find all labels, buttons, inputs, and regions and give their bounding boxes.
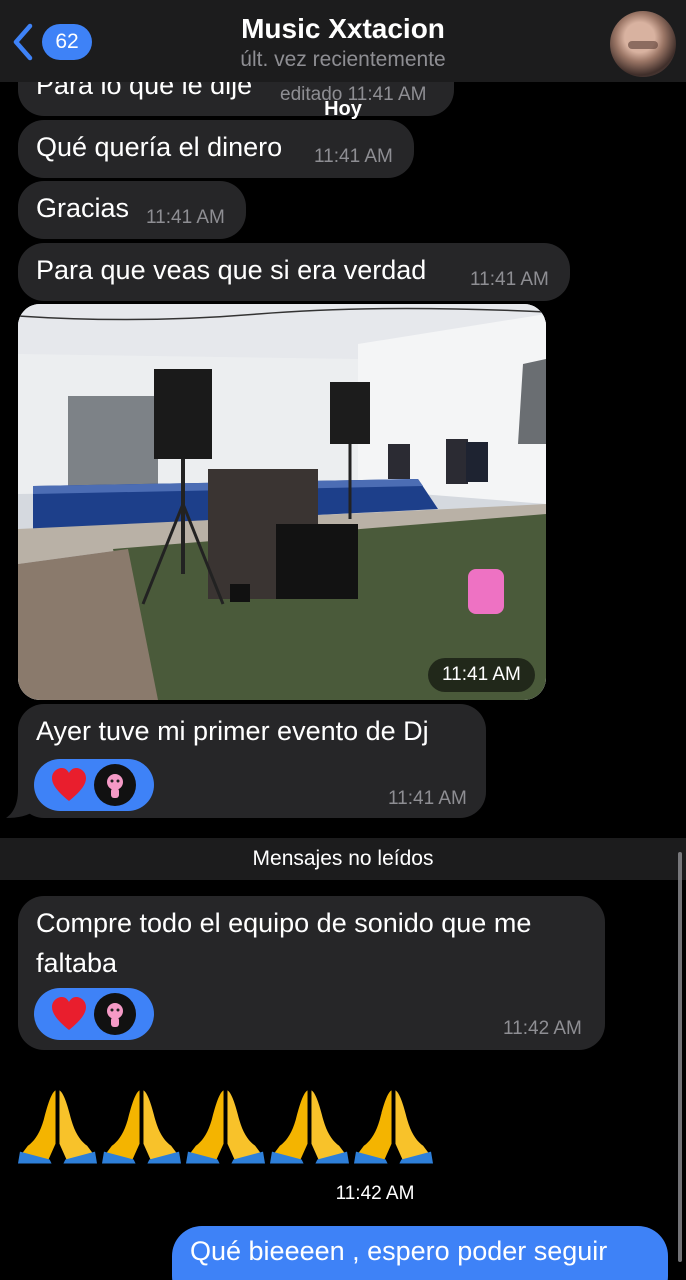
message-text: Ayer tuve mi primer evento de Dj <box>36 716 429 746</box>
last-seen-status: últ. vez recientemente <box>240 48 446 71</box>
chat-title-area[interactable]: Music Xxtacion últ. vez recientemente <box>120 12 566 73</box>
contact-name: Music Xxtacion <box>241 13 445 44</box>
chevron-left-icon <box>13 23 33 61</box>
folded-hands-emoji <box>270 1090 349 1164</box>
scrollbar[interactable] <box>678 852 682 1262</box>
message-bubble[interactable]: Qué quería el dinero 11:41 AM <box>18 120 414 178</box>
message-text-line2: faltaba <box>36 948 118 978</box>
message-text-line1: Compre todo el equipo de sonido que me <box>36 908 532 938</box>
message-text: Gracias <box>36 193 130 223</box>
event-photo <box>18 304 546 700</box>
photo-timestamp: 11:41 AM <box>428 658 535 692</box>
folded-hands-emoji <box>102 1090 181 1164</box>
message-bubble[interactable]: Para que veas que si era verdad 11:41 AM <box>18 243 570 301</box>
heart-icon <box>52 768 86 801</box>
unread-divider: Mensajes no leídos <box>0 838 686 880</box>
pink-panther-avatar <box>94 993 136 1035</box>
date-label: Hoy <box>324 98 362 120</box>
contact-avatar[interactable] <box>610 11 676 77</box>
pink-panther-avatar <box>94 764 136 806</box>
emoji-message-time: 11:42 AM <box>335 1183 415 1204</box>
message-meta: 11:41 AM <box>388 788 467 809</box>
message-meta: 11:41 AM <box>314 146 393 167</box>
photo-message[interactable]: 11:41 AM <box>18 304 546 700</box>
message-bubble[interactable]: Gracias 11:41 AM <box>18 181 246 239</box>
message-meta: 11:42 AM <box>503 1018 582 1039</box>
outgoing-message-bubble[interactable]: Qué bieeeen , espero poder seguir <box>172 1226 668 1280</box>
message-text: Qué quería el dinero <box>36 132 283 162</box>
heart-icon <box>52 997 86 1030</box>
folded-hands-emoji <box>18 1090 97 1164</box>
chat-header: 62 Music Xxtacion últ. vez recientemente <box>0 0 686 82</box>
message-text: Para que veas que si era verdad <box>36 255 427 285</box>
message-meta: 11:41 AM <box>146 207 225 228</box>
message-meta: 11:41 AM <box>470 269 549 290</box>
reactions-pill[interactable] <box>34 759 154 811</box>
folded-hands-emoji <box>354 1090 433 1164</box>
outgoing-message-text: Qué bieeeen , espero poder seguir <box>190 1236 608 1266</box>
unread-count-badge: 62 <box>42 24 92 60</box>
emoji-message[interactable]: 🙏🙏🙏🙏🙏 <box>18 1084 433 1164</box>
folded-hands-emoji <box>186 1090 265 1164</box>
reactions-pill[interactable] <box>34 988 154 1040</box>
back-button[interactable]: 62 <box>10 22 92 62</box>
